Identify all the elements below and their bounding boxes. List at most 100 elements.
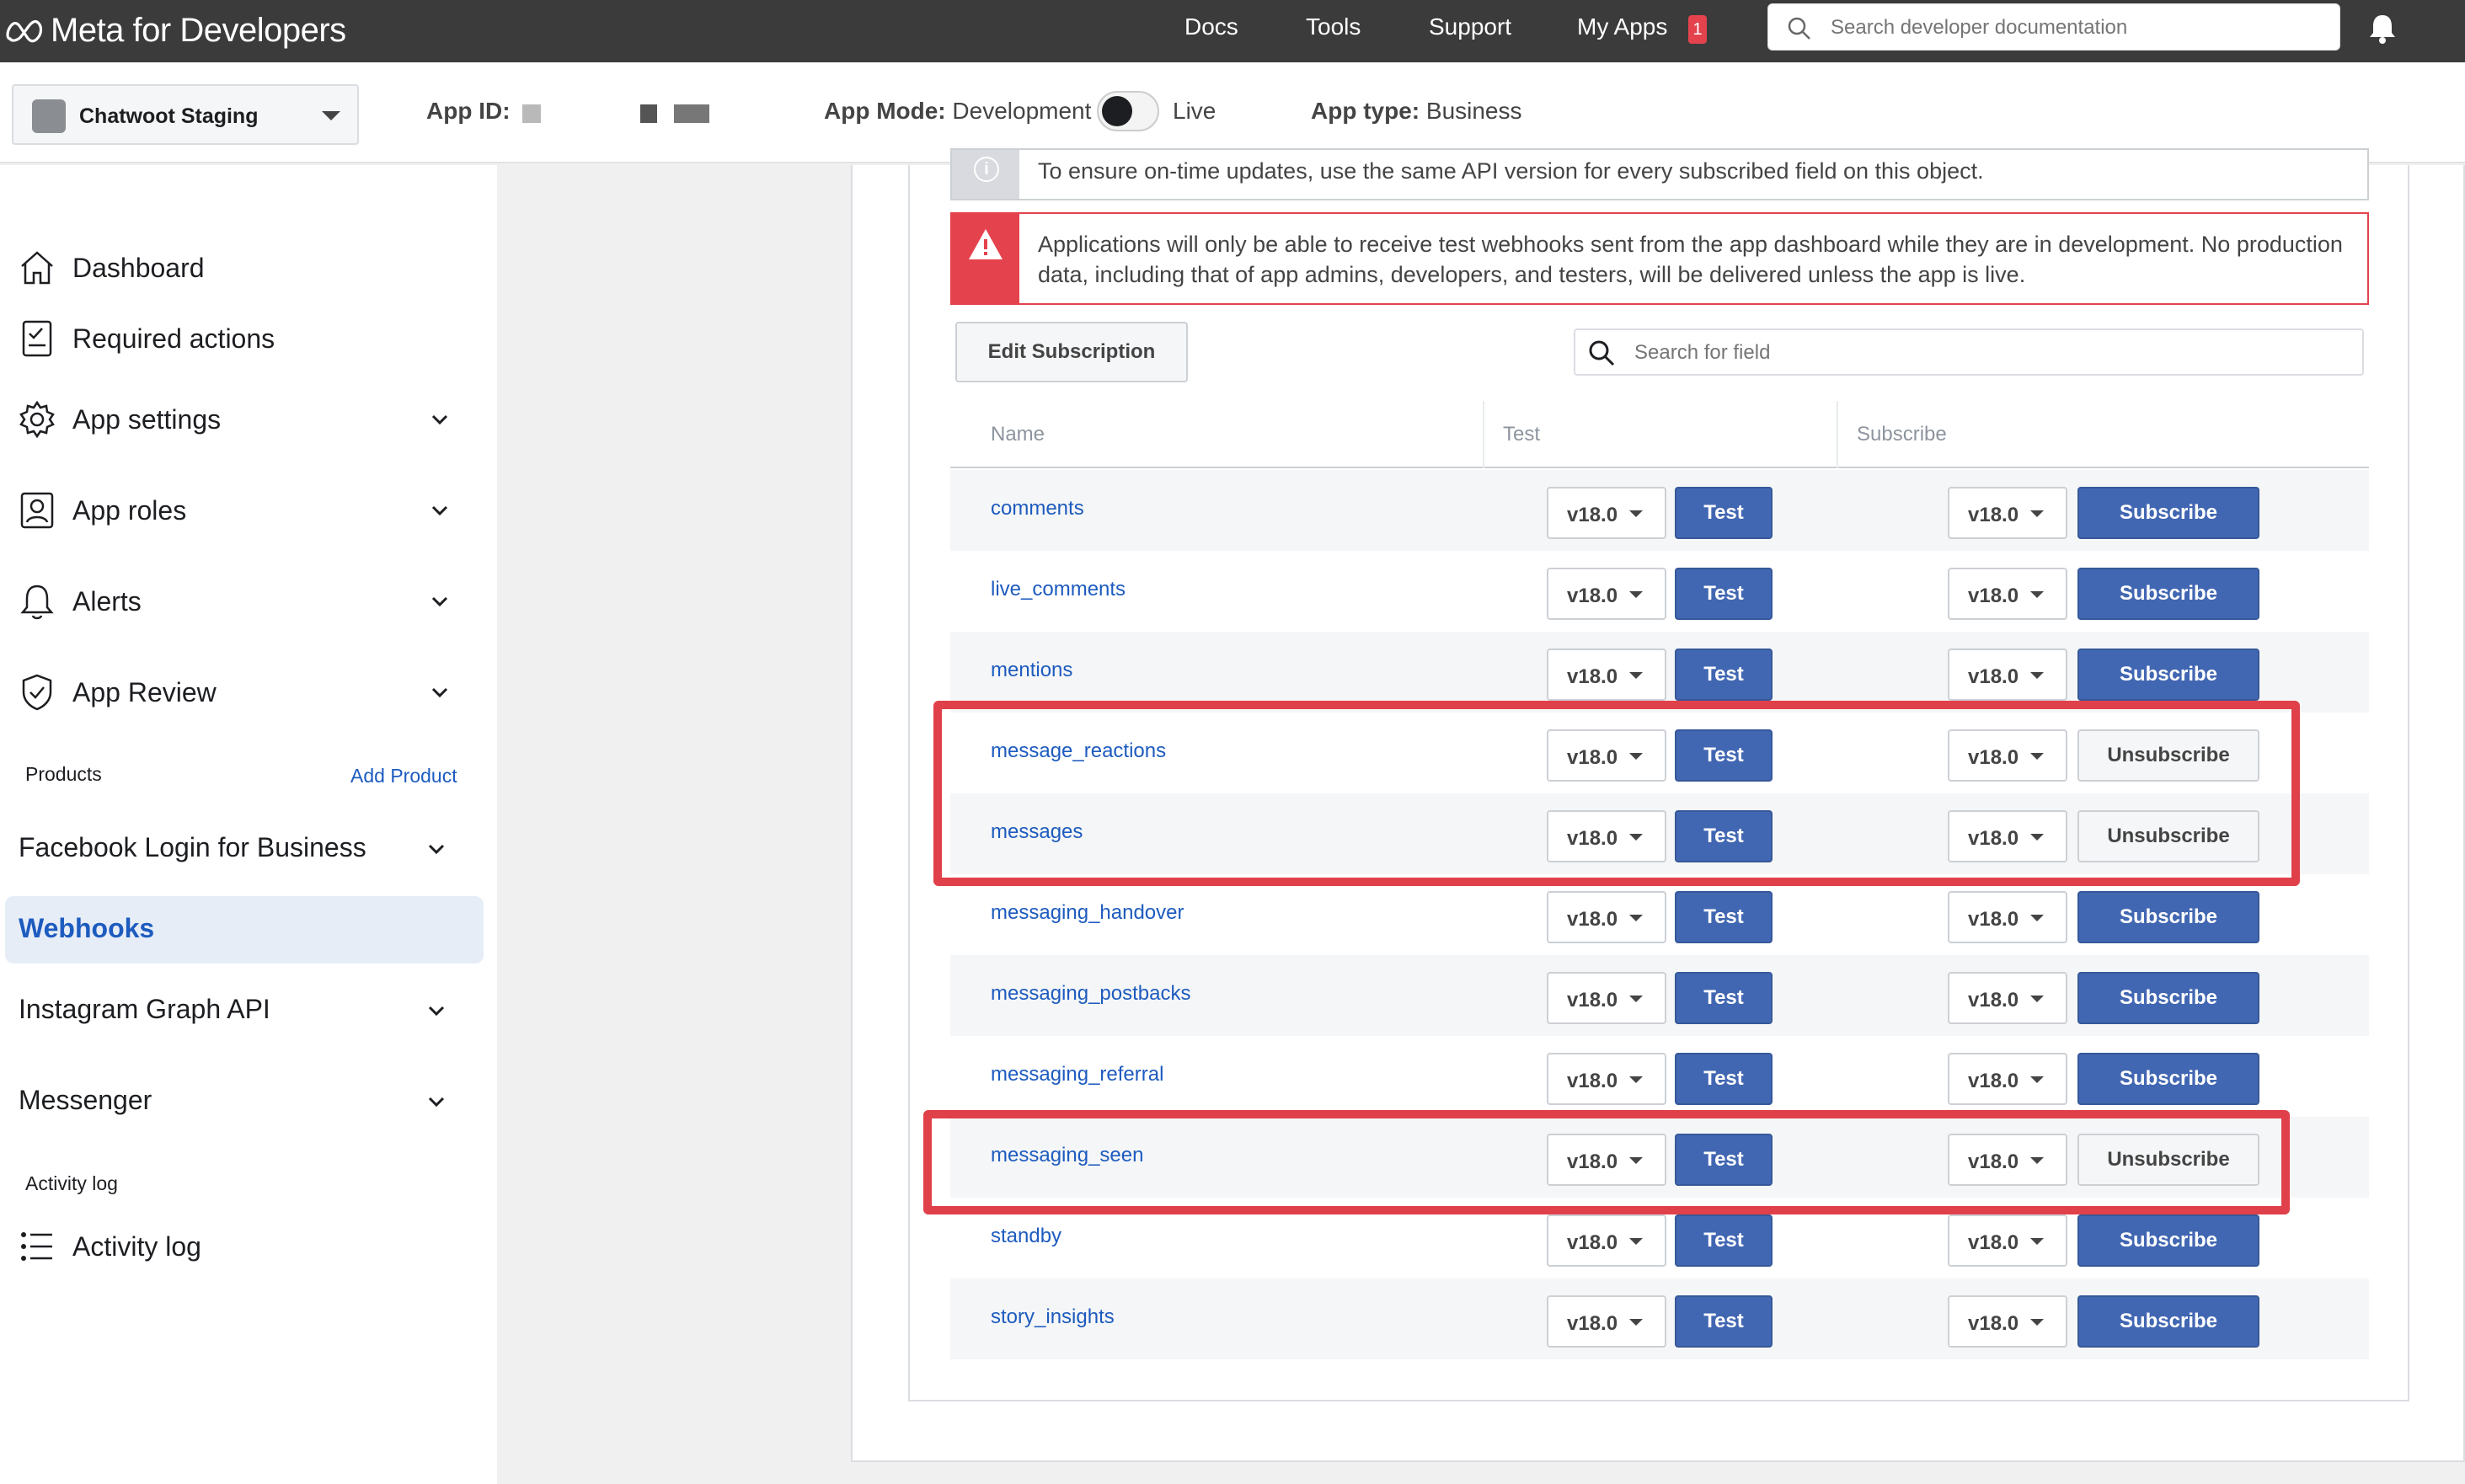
sidebar-item-messenger[interactable]: Messenger	[19, 1085, 152, 1116]
chevron-down-icon	[322, 111, 340, 120]
test-version-select[interactable]: v18.0	[1547, 1214, 1666, 1267]
sidebar-item-label: Dashboard	[72, 252, 205, 283]
nav-support[interactable]: Support	[1429, 13, 1511, 40]
sidebar-item-app-settings[interactable]: App settings	[17, 394, 472, 445]
app-type: App type: Business	[1311, 98, 1522, 124]
test-version-value: v18.0	[1567, 989, 1618, 1012]
highlight-box-messages	[933, 701, 2300, 886]
test-button[interactable]: Test	[1675, 972, 1773, 1024]
top-navigation-bar: Meta for Developers Docs Tools Support M…	[0, 0, 2465, 62]
column-divider	[1483, 401, 1484, 468]
nav-tools[interactable]: Tools	[1306, 13, 1361, 40]
chevron-down-icon[interactable]	[426, 839, 446, 859]
chevron-down-icon	[1629, 1238, 1643, 1245]
doc-search-box[interactable]	[1767, 3, 2340, 51]
test-version-select[interactable]: v18.0	[1547, 972, 1666, 1024]
subscribe-button[interactable]: Subscribe	[2077, 891, 2259, 943]
notifications-bell-icon[interactable]	[2366, 12, 2399, 45]
test-version-select[interactable]: v18.0	[1547, 649, 1666, 701]
sidebar-item-required-actions[interactable]: Required actions	[17, 313, 472, 364]
column-header-test: Test	[1503, 423, 1541, 446]
subscribe-button[interactable]: Subscribe	[2077, 972, 2259, 1024]
subscribe-version-select[interactable]: v18.0	[1948, 649, 2067, 701]
subscribe-version-select[interactable]: v18.0	[1948, 1214, 2067, 1267]
chevron-down-icon	[2030, 1319, 2044, 1326]
sidebar-item-facebook-login[interactable]: Facebook Login for Business	[19, 832, 366, 863]
left-sidebar: Dashboard Required actions App settings …	[0, 165, 497, 1484]
test-button[interactable]: Test	[1675, 1214, 1773, 1267]
test-button[interactable]: Test	[1675, 1053, 1773, 1105]
test-button[interactable]: Test	[1675, 1295, 1773, 1348]
info-notice: i To ensure on-time updates, use the sam…	[950, 148, 2369, 200]
sidebar-item-instagram-graph-api[interactable]: Instagram Graph API	[19, 994, 270, 1025]
sidebar-item-app-review[interactable]: App Review	[17, 667, 472, 718]
meta-infinity-icon	[6, 19, 43, 43]
subscribe-version-value: v18.0	[1968, 504, 2019, 526]
subscribe-version-select[interactable]: v18.0	[1948, 1295, 2067, 1348]
subscribe-button[interactable]: Subscribe	[2077, 1053, 2259, 1105]
test-version-select[interactable]: v18.0	[1547, 568, 1666, 620]
field-name[interactable]: messaging_referral	[991, 1063, 1163, 1086]
chevron-down-icon[interactable]	[426, 1092, 446, 1112]
test-version-select[interactable]: v18.0	[1547, 487, 1666, 539]
app-mode-toggle[interactable]	[1097, 91, 1159, 131]
field-name[interactable]: messaging_handover	[991, 901, 1184, 925]
test-button[interactable]: Test	[1675, 568, 1773, 620]
subscribe-version-value: v18.0	[1968, 665, 2019, 688]
subscribe-button[interactable]: Subscribe	[2077, 568, 2259, 620]
table-row: live_comments v18.0 Test v18.0 Subscribe	[950, 551, 2369, 632]
sidebar-item-dashboard[interactable]: Dashboard	[17, 243, 472, 293]
field-name[interactable]: standby	[991, 1225, 1061, 1248]
subscribe-version-select[interactable]: v18.0	[1948, 1053, 2067, 1105]
field-name[interactable]: comments	[991, 497, 1084, 520]
products-heading: Products	[25, 763, 102, 785]
app-selector-dropdown[interactable]: Chatwoot Staging	[12, 84, 359, 145]
column-divider	[1837, 401, 1838, 468]
info-notice-text: To ensure on-time updates, use the same …	[1038, 158, 1984, 184]
test-button[interactable]: Test	[1675, 487, 1773, 539]
test-version-select[interactable]: v18.0	[1547, 1295, 1666, 1348]
sidebar-item-app-roles[interactable]: App roles	[17, 485, 472, 536]
field-name[interactable]: story_insights	[991, 1305, 1115, 1329]
test-button[interactable]: Test	[1675, 891, 1773, 943]
subscribe-button[interactable]: Subscribe	[2077, 487, 2259, 539]
column-header-name: Name	[991, 423, 1045, 446]
test-version-value: v18.0	[1567, 1070, 1618, 1092]
sidebar-item-webhooks[interactable]: Webhooks	[5, 896, 484, 964]
field-name[interactable]: messaging_postbacks	[991, 982, 1190, 1006]
field-name[interactable]: live_comments	[991, 578, 1126, 601]
chevron-down-icon	[2030, 996, 2044, 1002]
sidebar-item-label: Alerts	[72, 585, 142, 617]
test-button[interactable]: Test	[1675, 649, 1773, 701]
field-search-input[interactable]	[1634, 337, 2342, 369]
field-search-box[interactable]	[1574, 328, 2364, 376]
subscribe-version-select[interactable]: v18.0	[1948, 568, 2067, 620]
sidebar-item-alerts[interactable]: Alerts	[17, 576, 472, 627]
edit-subscription-button[interactable]: Edit Subscription	[955, 322, 1188, 382]
nav-my-apps[interactable]: My Apps	[1577, 13, 1667, 40]
chevron-down-icon	[431, 505, 448, 516]
test-version-select[interactable]: v18.0	[1547, 1053, 1666, 1105]
sidebar-item-label: App Review	[72, 676, 217, 707]
column-header-subscribe: Subscribe	[1857, 423, 1947, 446]
chevron-down-icon[interactable]	[426, 1001, 446, 1021]
highlight-box-messaging-seen	[923, 1110, 2290, 1214]
sidebar-item-activity-log[interactable]: Activity log	[17, 1221, 472, 1272]
test-version-select[interactable]: v18.0	[1547, 891, 1666, 943]
subscribe-version-select[interactable]: v18.0	[1948, 972, 2067, 1024]
nav-docs[interactable]: Docs	[1184, 13, 1238, 40]
subscribe-button[interactable]: Subscribe	[2077, 1214, 2259, 1267]
sidebar-item-label: App roles	[72, 494, 187, 526]
test-version-value: v18.0	[1567, 504, 1618, 526]
subscribe-version-select[interactable]: v18.0	[1948, 487, 2067, 539]
field-name[interactable]: mentions	[991, 659, 1072, 682]
subscribe-button[interactable]: Subscribe	[2077, 649, 2259, 701]
meta-logo[interactable]: Meta for Developers	[5, 7, 346, 54]
app-mode: App Mode: Development	[824, 98, 1092, 124]
add-product-link[interactable]: Add Product	[350, 765, 457, 787]
app-type-value: Business	[1425, 98, 1522, 124]
doc-search-input[interactable]	[1831, 11, 2319, 45]
subscribe-button[interactable]: Subscribe	[2077, 1295, 2259, 1348]
table-row: messaging_handover v18.0 Test v18.0 Subscrib…	[950, 874, 2369, 955]
subscribe-version-select[interactable]: v18.0	[1948, 891, 2067, 943]
